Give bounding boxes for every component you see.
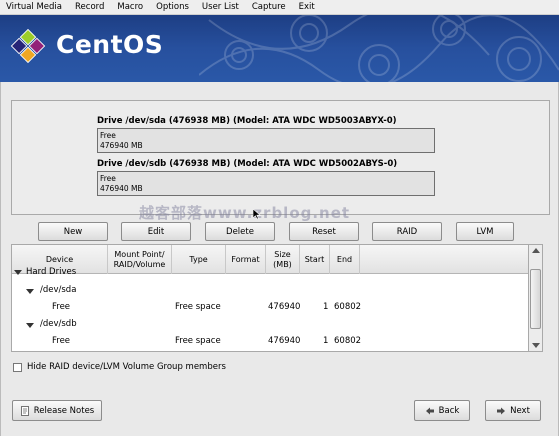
expander-icon[interactable] <box>26 289 34 294</box>
watermark: 越客部落www.zrblog.net <box>139 204 351 222</box>
release-notes-label: Release Notes <box>33 405 95 416</box>
expander-icon[interactable] <box>26 323 34 328</box>
menu-exit[interactable]: Exit <box>299 2 315 12</box>
cell-type: Free space <box>175 336 221 346</box>
hide-raid-label: Hide RAID device/LVM Volume Group member… <box>27 362 226 372</box>
drive-sda-free-size: 476940 MB <box>100 141 143 150</box>
table-row[interactable]: /dev/sda <box>12 283 528 300</box>
release-notes-button[interactable]: Release Notes <box>12 400 102 421</box>
partition-table[interactable]: Device Mount Point/ RAID/Volume Type For… <box>11 244 529 352</box>
cell-end: 60802 <box>334 302 362 312</box>
centos-logo-icon <box>10 28 46 64</box>
table-row[interactable]: Free Free space 476940 1 60802 <box>12 300 528 317</box>
drive-sdb-title: Drive /dev/sdb (476938 MB) (Model: ATA W… <box>97 159 398 169</box>
expander-icon[interactable] <box>14 270 22 275</box>
table-row-hard-drives[interactable]: Hard Drives <box>12 267 528 284</box>
scroll-down-icon[interactable] <box>532 343 540 348</box>
partition-action-buttons: New Edit Delete Reset RAID LVM <box>1 222 559 241</box>
installer-banner: CentOS <box>0 15 559 82</box>
menu-capture[interactable]: Capture <box>252 2 286 12</box>
arrow-left-icon <box>425 407 434 414</box>
menu-options[interactable]: Options <box>156 2 189 12</box>
mouse-cursor-icon <box>253 209 261 219</box>
arrow-right-icon <box>497 407 506 414</box>
drive-sda-bar[interactable]: Free 476940 MB <box>97 128 435 153</box>
menu-virtual-media[interactable]: Virtual Media <box>6 2 62 12</box>
edit-button[interactable]: Edit <box>121 222 191 241</box>
hide-raid-option[interactable]: Hide RAID device/LVM Volume Group member… <box>13 361 226 373</box>
notes-icon <box>20 405 29 416</box>
next-button[interactable]: Next <box>485 400 541 421</box>
drive-sda-free-label: Free <box>100 131 116 140</box>
cell-device: /dev/sda <box>40 285 77 295</box>
back-button[interactable]: Back <box>414 400 470 421</box>
group-label: Hard Drives <box>26 267 77 277</box>
cell-type: Free space <box>175 302 221 312</box>
menu-user-list[interactable]: User List <box>202 2 239 12</box>
partition-editor: Drive /dev/sda (476938 MB) (Model: ATA W… <box>0 82 559 436</box>
lvm-button[interactable]: LVM <box>456 222 514 241</box>
virtual-media-menubar: Virtual Media Record Macro Options User … <box>0 0 559 15</box>
table-scrollbar[interactable] <box>529 244 543 352</box>
cell-device: /dev/sdb <box>40 319 77 329</box>
drive-sdb-bar[interactable]: Free 476940 MB <box>97 171 435 196</box>
table-row[interactable]: /dev/sdb <box>12 317 528 334</box>
next-label: Next <box>510 405 530 416</box>
cell-device: Free <box>52 302 71 312</box>
hide-raid-checkbox[interactable] <box>13 362 22 372</box>
cell-size: 476940 <box>268 336 301 346</box>
drive-sda-title: Drive /dev/sda (476938 MB) (Model: ATA W… <box>97 116 397 126</box>
reset-button[interactable]: Reset <box>289 222 359 241</box>
cell-start: 1 <box>323 336 329 346</box>
menu-record[interactable]: Record <box>75 2 104 12</box>
cell-start: 1 <box>323 302 329 312</box>
scroll-thumb[interactable] <box>530 269 541 329</box>
cell-size: 476940 <box>268 302 301 312</box>
drive-sdb-free-label: Free <box>100 174 116 183</box>
back-label: Back <box>438 405 460 416</box>
banner-title: CentOS <box>56 30 164 59</box>
new-button[interactable]: New <box>38 222 108 241</box>
cell-device: Free <box>52 336 71 346</box>
table-row[interactable]: Free Free space 476940 1 60802 <box>12 334 528 351</box>
drive-sdb-free-size: 476940 MB <box>100 184 143 193</box>
banner-decoration <box>199 15 559 82</box>
scroll-up-icon[interactable] <box>532 248 540 253</box>
delete-button[interactable]: Delete <box>205 222 275 241</box>
raid-button[interactable]: RAID <box>372 222 442 241</box>
cell-end: 60802 <box>334 336 362 346</box>
menu-macro[interactable]: Macro <box>117 2 143 12</box>
